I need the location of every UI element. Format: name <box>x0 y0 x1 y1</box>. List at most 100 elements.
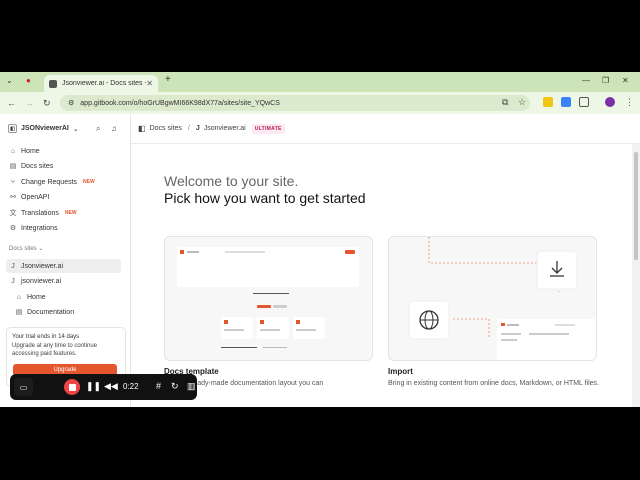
trial-title: Your trial ends in 14 days <box>12 334 80 340</box>
sidebar-item-label: Change Requests <box>21 178 78 186</box>
sidebar-item-openapi[interactable]: ⚯ OpenAPI <box>8 190 123 204</box>
gitbook-app: ◧ JSONviewerAI ⌄ ⌕ ♫ ⌂ Home ▤ Docs sites… <box>0 114 640 407</box>
new-tab-icon[interactable]: + <box>165 74 171 85</box>
org-name: JSONviewerAI <box>21 125 69 132</box>
restart-icon[interactable]: ↻ <box>171 381 179 392</box>
tab-bar: ⌄ ● Jsonviewer.ai - Docs sites - Git ✕ +… <box>0 72 640 92</box>
browser-tab[interactable]: Jsonviewer.ai - Docs sites - Git ✕ <box>44 75 158 92</box>
docs-template-desc: ready-made documentation layout you can <box>191 380 324 387</box>
browser-window: ⌄ ● Jsonviewer.ai - Docs sites - Git ✕ +… <box>0 72 640 407</box>
site-page-documentation[interactable]: ▤ Documentation <box>14 305 129 319</box>
sidebar-item-translations[interactable]: 文 Translations NEW <box>8 206 123 220</box>
chevron-down-icon: ⌄ <box>38 246 44 252</box>
breadcrumb: ◧ Docs sites / J Jsonviewer.ai ULTIMATE <box>131 114 640 144</box>
recording-time: 0:22 <box>123 382 139 391</box>
close-window-icon[interactable]: ✕ <box>622 76 629 85</box>
trial-text: Upgrade at any time to continue accessin… <box>12 343 98 357</box>
import-illustration <box>408 237 596 360</box>
extension-icon-1[interactable] <box>543 97 553 107</box>
maximize-icon[interactable]: ❐ <box>602 76 609 85</box>
sidebar: ◧ JSONviewerAI ⌄ ⌕ ♫ ⌂ Home ▤ Docs sites… <box>0 114 131 407</box>
url-field[interactable]: ⚙ app.gitbook.com/o/hoGrUBgwMI66K98dX77a… <box>60 95 530 111</box>
back-icon[interactable]: ← <box>7 98 16 108</box>
install-app-icon[interactable]: ⧉ <box>502 97 508 108</box>
reload-icon[interactable]: ↻ <box>43 98 51 109</box>
site-logo-icon: J <box>11 277 15 285</box>
site-info-icon[interactable]: ⚙ <box>68 99 74 107</box>
search-icon[interactable]: ⌕ <box>96 124 100 134</box>
org-logo-icon: ◧ <box>8 124 17 133</box>
docs-sites-icon: ◧ <box>138 124 146 133</box>
extensions-puzzle-icon[interactable] <box>579 97 589 107</box>
main-scrollbar[interactable] <box>632 144 640 407</box>
pick-heading: Pick how you want to get started <box>164 190 366 206</box>
site-label: Jsonviewer.ai <box>21 262 64 270</box>
new-badge: NEW <box>64 210 77 216</box>
browser-menu-icon[interactable]: ⋮ <box>625 97 634 108</box>
stop-recording-button[interactable] <box>64 379 80 395</box>
camera-icon[interactable]: ▭ <box>14 378 33 396</box>
extension-icon-2[interactable] <box>561 97 571 107</box>
section-label: Docs sites <box>9 246 37 252</box>
site-page-home[interactable]: ⌂ Home <box>14 290 129 304</box>
sidebar-item-label: Integrations <box>21 224 58 232</box>
gitbook-favicon-icon <box>49 79 57 88</box>
profile-avatar[interactable] <box>605 97 615 107</box>
minimize-icon[interactable]: — <box>582 76 590 85</box>
close-tab-icon[interactable]: ✕ <box>146 79 153 88</box>
trash-icon[interactable]: ▥ <box>187 381 196 392</box>
plan-badge: ULTIMATE <box>251 123 285 134</box>
bookmark-star-icon[interactable]: ☆ <box>518 97 526 108</box>
main-content: ◧ Docs sites / J Jsonviewer.ai ULTIMATE … <box>131 114 640 407</box>
sidebar-item-label: Home <box>21 147 40 155</box>
page-label: Home <box>27 293 46 301</box>
breadcrumb-root[interactable]: Docs sites <box>150 125 182 132</box>
home-icon: ⌂ <box>16 293 22 301</box>
site-item-jsonviewer[interactable]: J jsonviewer.ai <box>8 274 123 288</box>
site-item-jsonviewer-selected[interactable]: J Jsonviewer.ai <box>6 259 121 273</box>
url-text: app.gitbook.com/o/hoGrUBgwMI66K98dX77a/s… <box>80 99 280 107</box>
record-indicator-icon: ● <box>26 76 31 85</box>
api-icon: ⚯ <box>10 194 16 201</box>
address-bar-row: ← → ↻ ⚙ app.gitbook.com/o/hoGrUBgwMI66K9… <box>0 92 640 114</box>
grid-icon[interactable]: # <box>156 381 161 391</box>
page-label: Documentation <box>27 308 75 316</box>
chevron-down-icon: ⌄ <box>72 125 79 133</box>
docs-template-illustration <box>177 247 359 348</box>
sidebar-item-label: OpenAPI <box>21 193 50 201</box>
import-desc: Bring in existing content from online do… <box>388 380 599 387</box>
import-card[interactable] <box>388 236 597 361</box>
pause-icon[interactable]: ❚❚ <box>86 381 101 392</box>
home-icon: ⌂ <box>10 147 16 155</box>
sidebar-item-change-requests[interactable]: ⑂ Change Requests NEW <box>8 175 123 189</box>
sidebar-item-integrations[interactable]: ⚙ Integrations <box>8 221 123 235</box>
org-switcher[interactable]: ◧ JSONviewerAI ⌄ <box>8 124 79 133</box>
rewind-icon[interactable]: ◀◀ <box>104 381 118 392</box>
site-label: jsonviewer.ai <box>21 277 62 285</box>
branch-icon: ⑂ <box>10 178 16 186</box>
sidebar-item-label: Docs sites <box>21 162 54 170</box>
site-logo-icon: J <box>11 262 15 270</box>
docs-template-card[interactable] <box>164 236 373 361</box>
welcome-heading: Welcome to your site. <box>164 173 299 189</box>
new-badge: NEW <box>83 179 95 185</box>
scrollbar-thumb[interactable] <box>634 152 638 260</box>
docs-sites-section-header[interactable]: Docs sites ⌄ <box>9 245 43 252</box>
tab-menu-icon[interactable]: ⌄ <box>6 76 13 85</box>
sidebar-item-label: Translations <box>21 209 59 217</box>
translate-icon: 文 <box>9 210 17 217</box>
tab-title: Jsonviewer.ai - Docs sites - Git <box>62 80 146 87</box>
book-icon: ▤ <box>9 163 17 170</box>
sidebar-item-docs-sites[interactable]: ▤ Docs sites <box>8 159 123 173</box>
forward-icon[interactable]: → <box>25 98 34 108</box>
screen-recorder-toolbar: ▭ ❚❚ ◀◀ 0:22 # ↻ ▥ <box>10 374 197 400</box>
book-icon: ▤ <box>15 309 23 316</box>
sidebar-item-home[interactable]: ⌂ Home <box>8 144 123 158</box>
import-title[interactable]: Import <box>388 367 413 376</box>
notifications-bell-icon[interactable]: ♫ <box>111 124 117 133</box>
breadcrumb-separator: / <box>187 125 190 132</box>
integrations-icon: ⚙ <box>9 225 17 232</box>
site-logo-icon: J <box>195 125 200 132</box>
breadcrumb-site[interactable]: Jsonviewer.ai <box>204 125 246 132</box>
stop-icon <box>68 383 76 391</box>
